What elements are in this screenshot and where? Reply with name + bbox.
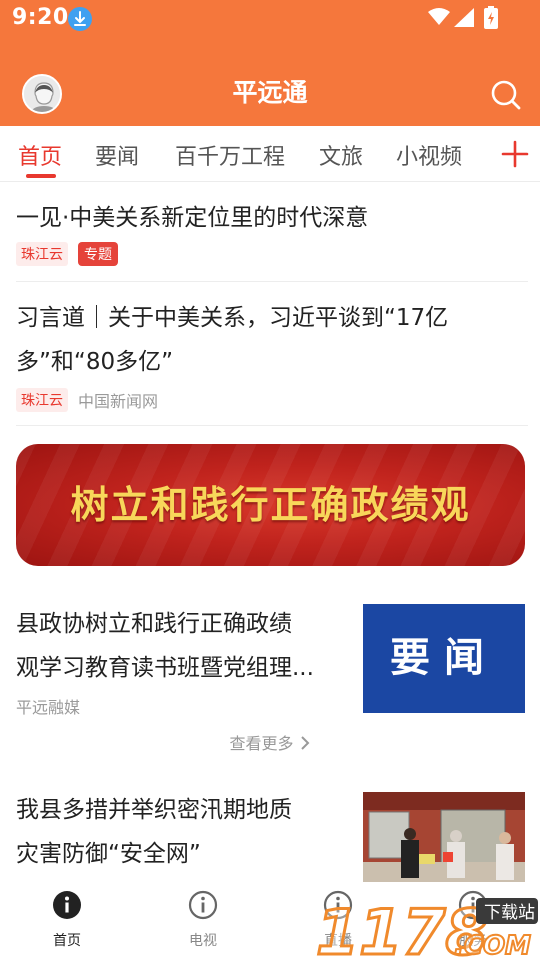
nav-home[interactable]: 首页 [27, 890, 107, 950]
status-bar: 9:20 [0, 0, 540, 38]
news-meta: 珠江云 中国新闻网 [16, 388, 526, 412]
tab-short-video[interactable]: 小视频 [396, 139, 462, 171]
news-photo[interactable] [363, 792, 525, 882]
thumbnail-text: 要闻 [390, 635, 498, 681]
info-circle-icon [188, 890, 218, 920]
news-title-line: 我县多措并举织密汛期地质 [16, 797, 292, 823]
news-meta: 平远融媒 [16, 694, 351, 718]
download-icon [68, 7, 92, 31]
tab-project[interactable]: 百千万工程 [175, 139, 285, 171]
divider [16, 281, 528, 282]
tab-news[interactable]: 要闻 [95, 139, 139, 171]
info-circle-icon [53, 891, 81, 919]
news-thumbnail[interactable]: 要闻 [363, 604, 525, 713]
svg-text:下载站: 下载站 [484, 903, 535, 923]
battery-icon [484, 6, 498, 29]
topic-badge: 专题 [78, 242, 118, 266]
channel-tabs: 首页 要闻 百千万工程 文旅 小视频 [0, 126, 540, 182]
search-icon[interactable] [489, 78, 523, 112]
status-time: 9:20 [12, 5, 69, 30]
news-title-line: 县政协树立和践行正确政绩 [16, 611, 292, 637]
promo-banner[interactable]: 树立和践行正确政绩观 [16, 444, 525, 566]
news-title-line: 习言道｜关于中美关系，习近平谈到“17亿 [16, 305, 449, 331]
tab-culture-travel[interactable]: 文旅 [319, 139, 363, 171]
divider [16, 425, 528, 426]
wifi-icon [428, 8, 450, 25]
news-title: 一见·中美关系新定位里的时代深意 [16, 205, 369, 231]
see-more-label: 查看更多 [229, 734, 294, 753]
app-header-bar: 9:20 平远通 [0, 0, 540, 126]
signal-icon [454, 8, 474, 27]
news-source: 平远融媒 [16, 698, 81, 717]
news-feed: 一见·中美关系新定位里的时代深意 珠江云 专题 习言道｜关于中美关系，习近平谈到… [0, 182, 540, 882]
nav-tv[interactable]: 电视 [163, 890, 243, 950]
news-item[interactable]: 一见·中美关系新定位里的时代深意 珠江云 专题 [16, 196, 526, 266]
news-source: 中国新闻网 [78, 392, 159, 411]
nav-label: 电视 [189, 933, 217, 949]
news-item[interactable]: 县政协树立和践行正确政绩 观学习教育读书班暨党组理... 平远融媒 [16, 602, 351, 718]
chevron-right-icon [300, 736, 309, 750]
see-more-link[interactable]: 查看更多 [0, 730, 540, 754]
app-title: 平远通 [232, 78, 308, 107]
news-meta: 珠江云 专题 [16, 242, 526, 266]
active-tab-indicator [26, 174, 56, 178]
source-tag: 珠江云 [16, 388, 68, 412]
news-title-line: 灾害防御“安全网” [16, 841, 201, 867]
site-watermark-logo: 1178 .COM 下载站 [316, 895, 538, 960]
news-item[interactable]: 习言道｜关于中美关系，习近平谈到“17亿 多”和“80多亿” 珠江云 中国新闻网 [16, 296, 526, 412]
nav-label: 首页 [53, 933, 81, 949]
news-item[interactable]: 我县多措并举织密汛期地质 灾害防御“安全网” [16, 788, 351, 876]
header: 平远通 [0, 60, 540, 126]
add-channel-icon[interactable] [500, 134, 530, 174]
banner-text: 树立和践行正确政绩观 [70, 483, 471, 527]
tab-home[interactable]: 首页 [18, 139, 62, 171]
svg-text:.COM: .COM [454, 931, 531, 960]
source-tag: 珠江云 [16, 242, 68, 266]
news-title-line: 多”和“80多亿” [16, 349, 174, 375]
news-title-line: 观学习教育读书班暨党组理... [16, 655, 314, 681]
